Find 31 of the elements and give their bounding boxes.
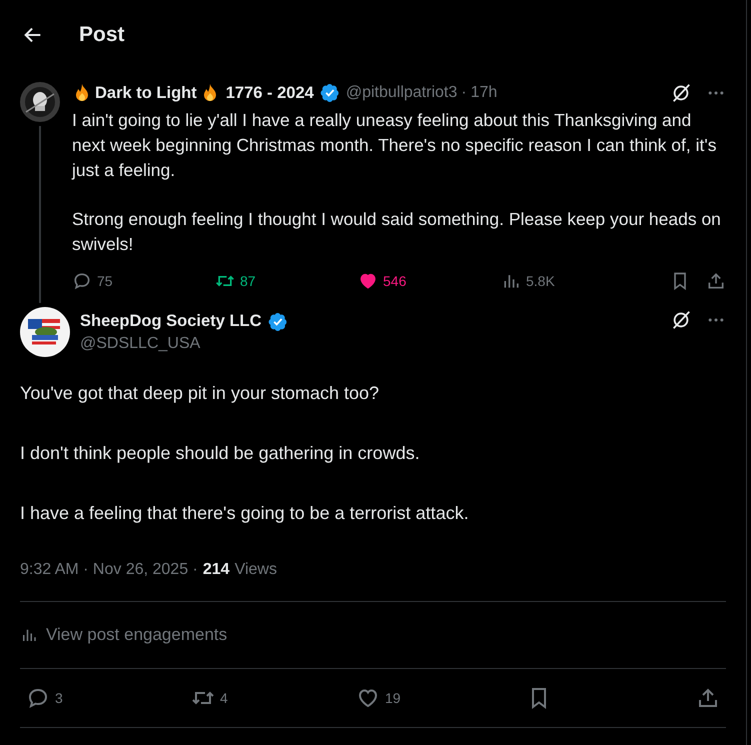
post-text: Strong enough feeling I thought I would said something. Please keep your heads on swivels! — [72, 208, 722, 256]
reply-icon[interactable] — [26, 686, 50, 710]
repost-count: 87 — [240, 273, 256, 289]
slashed-circle-icon[interactable] — [670, 82, 692, 104]
like-count: 546 — [383, 273, 406, 289]
like-count: 19 — [385, 690, 401, 706]
views-label: Views — [234, 561, 277, 579]
slashed-circle-icon[interactable] — [670, 309, 692, 331]
post-text: I ain't going to lie y'all I have a really uneasy feeling about this Thanksgiving and next week beginning Christmas month. There's no specific reason I can think of, it's just a feeling. — [72, 109, 718, 182]
user-handle[interactable]: @pitbullpatriot3 — [346, 84, 458, 102]
reply-icon[interactable] — [72, 271, 92, 291]
post-text: I don't think people should be gathering in crowds. — [20, 442, 421, 465]
share-icon[interactable] — [706, 271, 726, 291]
post-timestamp[interactable]: 9:32 AM · Nov 26, 2025 · — [20, 561, 198, 579]
post-time[interactable]: 17h — [470, 84, 498, 102]
reply-count: 75 — [97, 273, 113, 289]
view-engagements-link[interactable]: View post engagements — [46, 625, 228, 645]
display-name[interactable]: SheepDog Society LLC — [80, 312, 262, 331]
post-text: I have a feeling that there's going to be a terrorist attack. — [20, 502, 470, 525]
heart-icon[interactable] — [358, 271, 378, 291]
display-name-suffix: 1776 - 2024 — [226, 84, 314, 102]
display-name[interactable]: Dark to Light — [95, 84, 197, 102]
separator-dot: · — [461, 84, 467, 102]
post-text: You've got that deep pit in your stomach too? — [20, 382, 380, 405]
page-title: Post — [79, 23, 125, 47]
view-count: 5.8K — [526, 273, 555, 289]
reply-count: 3 — [55, 690, 63, 706]
repost-count: 4 — [220, 690, 228, 706]
share-icon[interactable] — [696, 686, 720, 710]
user-handle[interactable]: @SDSLLC_USA — [80, 334, 660, 352]
view-count: 214 — [202, 561, 230, 579]
